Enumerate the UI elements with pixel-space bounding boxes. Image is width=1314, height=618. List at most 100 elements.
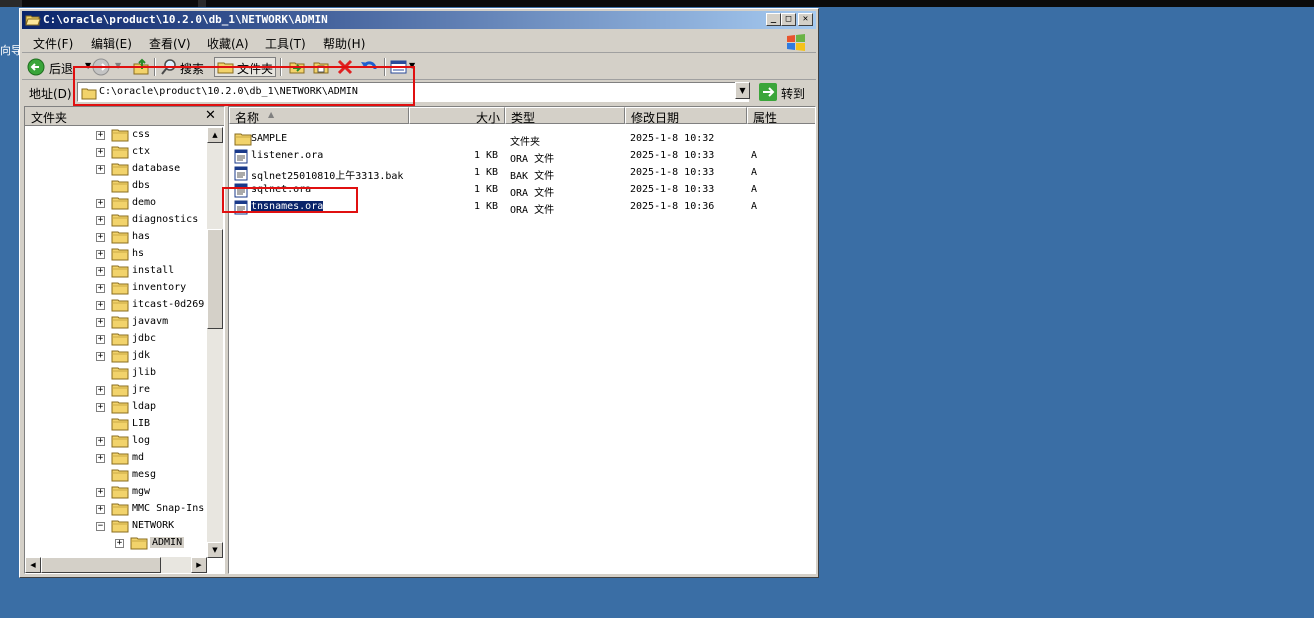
tree-item[interactable]: + has: [25, 229, 207, 246]
scroll-down-button[interactable]: ▼: [207, 542, 223, 558]
address-dropdown-button[interactable]: ▼: [735, 82, 750, 99]
expand-icon[interactable]: +: [96, 335, 105, 344]
menu-edit[interactable]: 编辑(E): [91, 35, 132, 52]
tree-item[interactable]: + demo: [25, 195, 207, 212]
tree-item[interactable]: + ADMIN: [25, 535, 207, 552]
tree-item[interactable]: + itcast-0d269: [25, 297, 207, 314]
tree-item[interactable]: mesg: [25, 467, 207, 484]
move-to-button[interactable]: [288, 57, 308, 77]
expand-icon[interactable]: +: [96, 505, 105, 514]
tree-vertical-scrollbar[interactable]: ▲ ▼: [207, 127, 223, 558]
scroll-left-button[interactable]: ◀: [25, 557, 41, 573]
expand-icon[interactable]: +: [96, 437, 105, 446]
file-row[interactable]: SAMPLE 文件夹 2025-1-8 10:32: [229, 131, 815, 148]
file-name: sqlnet.ora: [251, 184, 312, 195]
expand-icon[interactable]: +: [96, 318, 105, 327]
folder-icon: [111, 162, 129, 179]
close-button[interactable]: ✕: [798, 13, 813, 26]
menu-view[interactable]: 查看(V): [149, 35, 191, 52]
expand-icon[interactable]: +: [96, 454, 105, 463]
tree-item[interactable]: + install: [25, 263, 207, 280]
column-header-name[interactable]: 名称 ▲: [229, 107, 409, 125]
title-bar[interactable]: C:\oracle\product\10.2.0\db_1\NETWORK\AD…: [22, 11, 816, 29]
column-header-size[interactable]: 大小: [409, 107, 505, 125]
tree-item[interactable]: + md: [25, 450, 207, 467]
scroll-thumb[interactable]: [41, 557, 161, 573]
tree-item[interactable]: + ctx: [25, 144, 207, 161]
forward-button[interactable]: ▼: [92, 57, 126, 77]
menu-tools[interactable]: 工具(T): [265, 35, 306, 52]
expand-icon[interactable]: +: [96, 267, 105, 276]
up-folder-button[interactable]: [132, 57, 152, 77]
file-row[interactable]: tnsnames.ora 1 KB ORA 文件 2025-1-8 10:36 A: [229, 199, 815, 216]
column-header-type[interactable]: 类型: [505, 107, 625, 125]
folders-button[interactable]: 文件夹: [214, 57, 276, 77]
chevron-down-icon[interactable]: ▼: [115, 61, 121, 70]
menu-favorites[interactable]: 收藏(A): [207, 35, 249, 52]
tree-item[interactable]: + mgw: [25, 484, 207, 501]
expand-icon[interactable]: +: [115, 539, 124, 548]
chevron-down-icon[interactable]: ▼: [85, 61, 91, 70]
expand-icon[interactable]: +: [96, 284, 105, 293]
tree-item[interactable]: + MMC Snap-Ins: [25, 501, 207, 518]
search-button[interactable]: 搜索: [160, 57, 210, 77]
expand-icon[interactable]: +: [96, 131, 105, 140]
tree-item[interactable]: + css: [25, 127, 207, 144]
go-button[interactable]: 转到: [757, 81, 812, 103]
menu-help[interactable]: 帮助(H): [323, 35, 365, 52]
tree-item[interactable]: + database: [25, 161, 207, 178]
file-type: ORA 文件: [510, 188, 555, 199]
tree-item[interactable]: + log: [25, 433, 207, 450]
tree-item[interactable]: + hs: [25, 246, 207, 263]
tree-item[interactable]: + inventory: [25, 280, 207, 297]
menu-file[interactable]: 文件(F): [33, 35, 73, 52]
tree-item[interactable]: dbs: [25, 178, 207, 195]
scroll-up-button[interactable]: ▲: [207, 127, 223, 143]
expand-icon[interactable]: +: [96, 216, 105, 225]
tree-horizontal-scrollbar[interactable]: ◀ ▶: [25, 557, 207, 573]
expand-icon[interactable]: +: [96, 250, 105, 259]
tree-item[interactable]: LIB: [25, 416, 207, 433]
expand-icon[interactable]: +: [96, 386, 105, 395]
expand-icon[interactable]: +: [96, 403, 105, 412]
delete-button[interactable]: [336, 57, 356, 77]
expand-icon[interactable]: +: [96, 148, 105, 157]
back-button[interactable]: 后退 ▼: [27, 57, 99, 77]
undo-button[interactable]: [360, 57, 380, 77]
folders-pane-header: 文件夹 ✕: [25, 107, 224, 126]
close-pane-icon[interactable]: ✕: [205, 108, 216, 123]
expand-icon[interactable]: +: [96, 165, 105, 174]
column-header-modified[interactable]: 修改日期: [625, 107, 747, 125]
scroll-thumb[interactable]: [207, 229, 223, 329]
minimize-button[interactable]: _: [766, 13, 781, 26]
tree-item[interactable]: jlib: [25, 365, 207, 382]
toolbar-separator: [280, 58, 282, 76]
tree-item-label: inventory: [132, 282, 187, 293]
file-row[interactable]: sqlnet25010810上午3313.bak 1 KB BAK 文件 2025-1…: [229, 165, 815, 182]
collapse-icon[interactable]: −: [96, 522, 105, 531]
tree-item[interactable]: + jdk: [25, 348, 207, 365]
file-row[interactable]: listener.ora 1 KB ORA 文件 2025-1-8 10:33 A: [229, 148, 815, 165]
tree-item[interactable]: + ldap: [25, 399, 207, 416]
copy-to-button[interactable]: [312, 57, 332, 77]
views-button[interactable]: ▼: [390, 57, 416, 77]
tree-item[interactable]: + jdbc: [25, 331, 207, 348]
expand-icon[interactable]: +: [96, 352, 105, 361]
maximize-button[interactable]: □: [781, 13, 796, 26]
tree-item-label: LIB: [132, 418, 151, 429]
expand-icon[interactable]: +: [96, 488, 105, 497]
file-row[interactable]: sqlnet.ora 1 KB ORA 文件 2025-1-8 10:33 A: [229, 182, 815, 199]
folder-icon: [111, 349, 129, 366]
expand-icon[interactable]: +: [96, 199, 105, 208]
tree-item[interactable]: − NETWORK: [25, 518, 207, 535]
column-header-attributes[interactable]: 属性: [747, 107, 815, 125]
scroll-right-button[interactable]: ▶: [191, 557, 207, 573]
chevron-down-icon[interactable]: ▼: [409, 61, 415, 70]
expand-icon[interactable]: +: [96, 301, 105, 310]
expand-icon[interactable]: +: [96, 233, 105, 242]
folders-pane-title: 文件夹: [31, 111, 68, 125]
address-input[interactable]: C:\oracle\product\10.2.0\db_1\NETWORK\AD…: [77, 82, 749, 102]
tree-item[interactable]: + jre: [25, 382, 207, 399]
tree-item[interactable]: + javavm: [25, 314, 207, 331]
tree-item[interactable]: + diagnostics: [25, 212, 207, 229]
